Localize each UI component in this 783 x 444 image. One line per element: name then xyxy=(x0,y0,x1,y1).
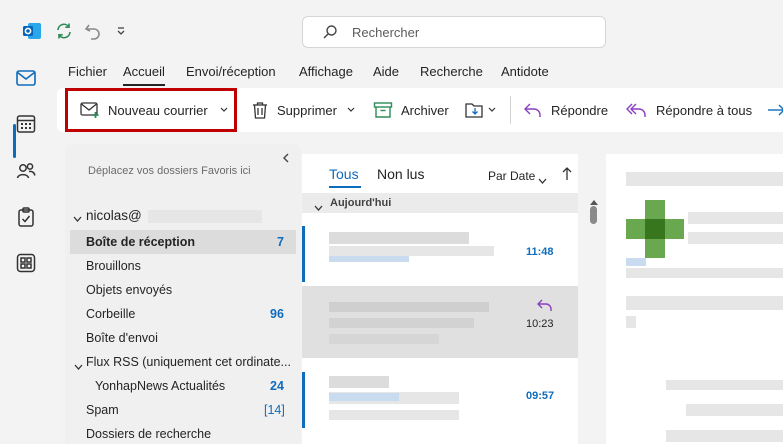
delete-label: Supprimer xyxy=(277,102,337,118)
chevron-down-icon[interactable] xyxy=(74,358,83,376)
folder-spam[interactable]: Spam xyxy=(86,403,119,417)
preview-redacted xyxy=(329,410,459,420)
tasks-icon[interactable] xyxy=(12,203,40,231)
message-time: 10:23 xyxy=(526,318,554,330)
body-redacted xyxy=(666,430,783,442)
new-mail-highlight-box xyxy=(65,88,237,132)
chevron-down-icon[interactable] xyxy=(488,107,496,113)
apps-icon[interactable] xyxy=(12,249,40,277)
forward-button[interactable] xyxy=(766,88,783,132)
inbox-count: 7 xyxy=(277,235,284,249)
subject-redacted xyxy=(329,246,494,256)
account-name[interactable]: nicolas@ xyxy=(86,208,142,223)
collapse-pane-icon[interactable] xyxy=(282,150,290,168)
archive-icon xyxy=(373,101,393,119)
recipient-redacted xyxy=(626,258,646,266)
title-bar: Rechercher xyxy=(0,0,783,62)
reply-all-icon xyxy=(626,101,648,119)
folder-rss[interactable]: Flux RSS (uniquement cet ordinate... xyxy=(86,355,291,369)
tab-envoi-reception[interactable]: Envoi/réception xyxy=(186,64,276,79)
folder-inbox[interactable]: Boîte de réception xyxy=(86,235,195,249)
folder-yonhapnews[interactable]: YonhapNews Actualités xyxy=(95,379,225,393)
ribbon-divider xyxy=(510,96,511,124)
avatar xyxy=(626,200,684,258)
delete-button[interactable]: Supprimer xyxy=(251,88,355,132)
replied-icon xyxy=(536,298,553,317)
outlook-logo-icon xyxy=(21,20,43,42)
folder-drafts[interactable]: Brouillons xyxy=(86,259,141,273)
active-tab-underline xyxy=(123,84,165,86)
message-time: 09:57 xyxy=(526,390,555,402)
sort-by-date[interactable]: Par Date xyxy=(488,169,535,183)
tab-accueil[interactable]: Accueil xyxy=(123,64,165,79)
message-time: 11:48 xyxy=(526,246,554,258)
folder-trash[interactable]: Corbeille xyxy=(86,307,135,321)
move-to-folder-icon xyxy=(464,100,486,120)
preview-redacted xyxy=(329,256,409,262)
folder-search-folders[interactable]: Dossiers de recherche xyxy=(86,427,211,441)
preview-redacted xyxy=(329,393,399,401)
reply-all-label: Répondre à tous xyxy=(656,102,753,118)
unread-indicator xyxy=(302,372,305,428)
scrollbar-thumb[interactable] xyxy=(590,206,597,224)
account-domain-redacted xyxy=(148,210,262,223)
people-icon[interactable] xyxy=(12,157,40,185)
tab-aide[interactable]: Aide xyxy=(373,64,399,79)
unread-indicator xyxy=(302,226,305,282)
folder-sent[interactable]: Objets envoyés xyxy=(86,283,172,297)
sort-direction-icon[interactable] xyxy=(562,167,572,186)
chevron-down-icon[interactable] xyxy=(347,107,355,113)
reply-button[interactable]: Répondre xyxy=(523,88,608,132)
body-redacted xyxy=(686,404,783,416)
chevron-down-icon[interactable] xyxy=(538,172,547,190)
sender-redacted xyxy=(688,212,783,224)
reply-icon xyxy=(523,101,543,119)
body-redacted xyxy=(626,316,636,328)
yonhapnews-count: 24 xyxy=(270,379,284,393)
customize-toolbar-icon[interactable] xyxy=(112,20,130,42)
body-redacted xyxy=(666,380,783,390)
reply-label: Répondre xyxy=(551,102,609,118)
sync-icon[interactable] xyxy=(53,20,75,42)
subject-redacted xyxy=(329,318,474,328)
recipient-redacted xyxy=(688,232,783,244)
app-rail xyxy=(0,62,52,444)
group-today-label: Aujourd'hui xyxy=(330,197,392,209)
tab-recherche[interactable]: Recherche xyxy=(420,64,483,79)
tab-affichage[interactable]: Affichage xyxy=(299,64,353,79)
archive-label: Archiver xyxy=(401,102,449,118)
archive-button[interactable]: Archiver xyxy=(373,88,449,132)
search-input[interactable]: Rechercher xyxy=(352,25,419,40)
tab-fichier[interactable]: Fichier xyxy=(68,64,107,79)
search-box[interactable]: Rechercher xyxy=(302,16,606,48)
recipient-redacted xyxy=(626,268,783,278)
subject-redacted xyxy=(626,172,783,186)
trash-count: 96 xyxy=(270,307,284,321)
undo-icon[interactable] xyxy=(82,20,104,42)
sender-redacted xyxy=(329,376,389,388)
sender-redacted xyxy=(329,302,489,312)
spam-count: [14] xyxy=(264,403,285,417)
search-icon xyxy=(322,24,338,45)
forward-icon xyxy=(766,101,783,119)
tab-antidote[interactable]: Antidote xyxy=(501,64,549,79)
tab-unread[interactable]: Non lus xyxy=(377,166,424,182)
tab-all-underline xyxy=(329,186,361,188)
favorites-hint: Déplacez vos dossiers Favoris ici xyxy=(88,165,251,177)
body-redacted xyxy=(626,296,783,310)
mail-icon[interactable] xyxy=(12,64,40,92)
reply-all-button[interactable]: Répondre à tous xyxy=(626,88,752,132)
calendar-icon[interactable] xyxy=(12,110,40,138)
trash-icon xyxy=(251,101,269,119)
sender-redacted xyxy=(329,232,469,244)
tab-all[interactable]: Tous xyxy=(329,166,359,182)
folder-outbox[interactable]: Boîte d'envoi xyxy=(86,331,158,345)
chevron-down-icon[interactable] xyxy=(73,210,82,228)
preview-redacted xyxy=(329,334,439,344)
move-button[interactable] xyxy=(464,88,496,132)
